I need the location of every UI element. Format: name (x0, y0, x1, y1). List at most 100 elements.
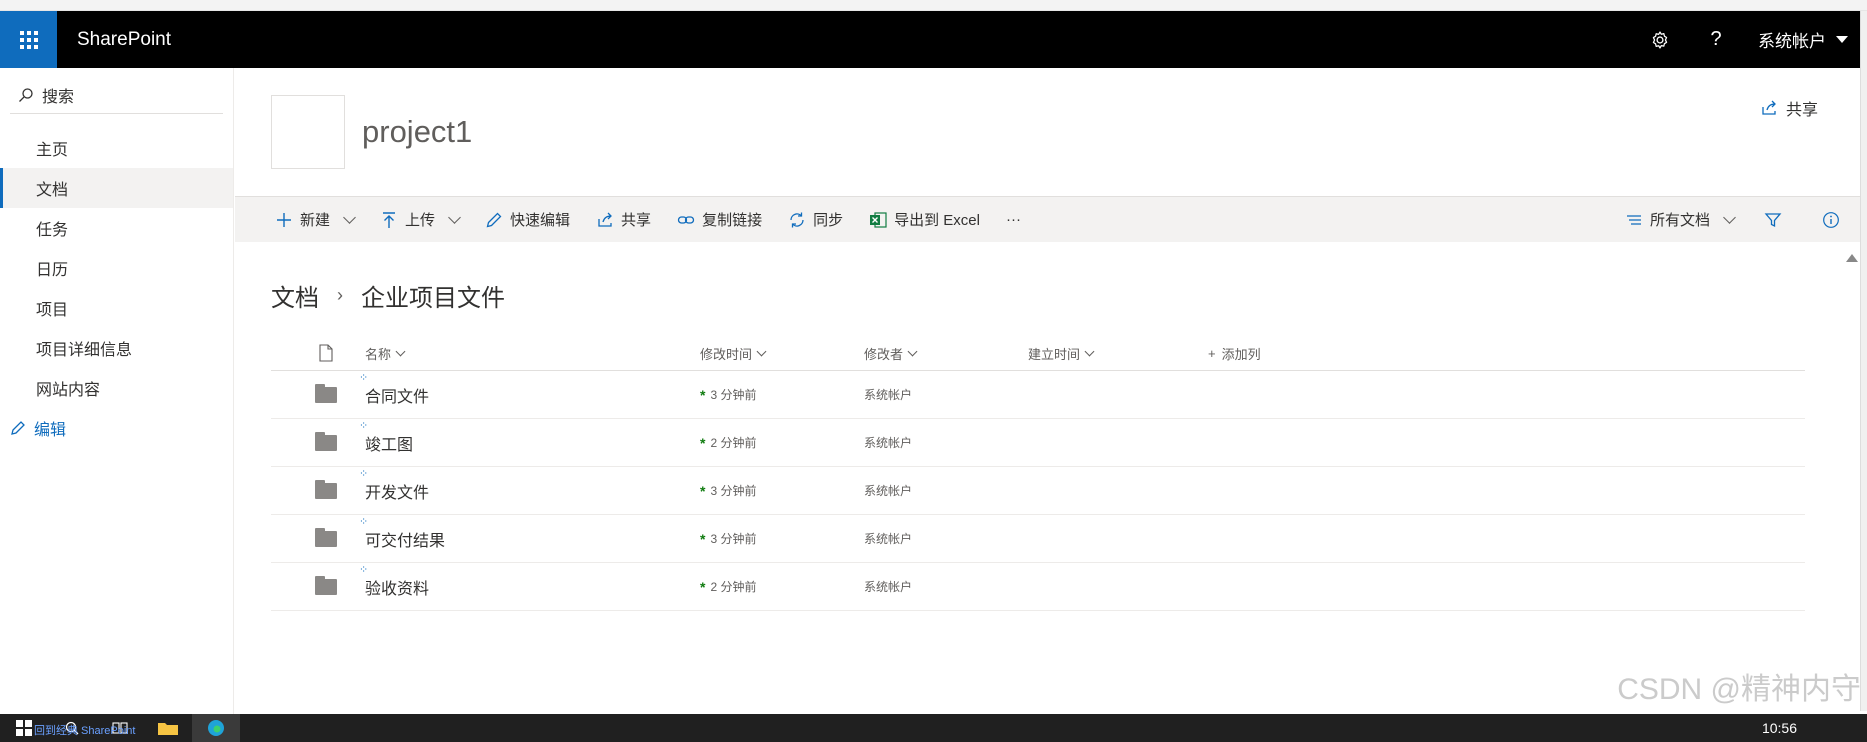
share-button[interactable]: 共享 (596, 197, 651, 243)
column-name-label: 名称 (365, 346, 392, 362)
new-label: 新建 (300, 212, 331, 229)
more-icon: ··· (1005, 211, 1021, 228)
copy-link-button[interactable]: 复制链接 (677, 197, 762, 243)
edge-browser-button[interactable] (192, 714, 240, 742)
copy-link-label: 复制链接 (702, 212, 763, 229)
item-name[interactable]: 验收资料 (365, 575, 429, 599)
nav-item-documents[interactable]: 文档 (0, 168, 233, 208)
list-header: 名称 修改时间 修改者 建立时间 + 添加列 (271, 336, 1805, 371)
column-header-modified[interactable]: 修改时间 (700, 344, 864, 363)
list-row[interactable]: ⁘ 验收资料 * 2 分钟前 系统帐户 (271, 563, 1805, 611)
folder-icon (315, 383, 337, 403)
view-switcher[interactable]: 所有文档 (1625, 197, 1736, 243)
column-created-label: 建立时间 (1028, 346, 1081, 362)
export-excel-label: 导出到 Excel (894, 212, 980, 229)
account-menu[interactable]: 系统帐户 (1744, 11, 1860, 68)
edit-nav-link[interactable]: 编辑 (0, 408, 233, 448)
upload-label: 上传 (405, 212, 436, 229)
nav-item-site-contents[interactable]: 网站内容 (0, 368, 233, 408)
account-name: 系统帐户 (1758, 32, 1826, 51)
file-explorer-button[interactable] (144, 714, 192, 742)
list-row[interactable]: ⁘ 开发文件 * 3 分钟前 系统帐户 (271, 467, 1805, 515)
edge-icon (208, 720, 224, 736)
item-modified: 3 分钟前 (710, 532, 757, 546)
document-icon (319, 344, 333, 362)
folder-icon (315, 431, 337, 451)
help-button[interactable]: ? (1688, 11, 1744, 68)
item-modified-by[interactable]: 系统帐户 (864, 530, 912, 547)
folder-icon (315, 527, 337, 547)
item-name[interactable]: 合同文件 (365, 383, 429, 407)
brand-title[interactable]: SharePoint (77, 29, 171, 51)
window-edge (1860, 11, 1867, 711)
site-share-label: 共享 (1785, 102, 1818, 119)
list-row[interactable]: ⁘ 合同文件 * 3 分钟前 系统帐户 (271, 371, 1805, 419)
item-name[interactable]: 开发文件 (365, 479, 429, 503)
chevron-down-icon (395, 346, 406, 356)
new-indicator-icon: * (700, 434, 706, 451)
nav-item-projects[interactable]: 项目 (0, 288, 233, 328)
nav-item-project-details[interactable]: 项目详细信息 (0, 328, 233, 368)
chevron-down-icon (907, 346, 918, 356)
nav-item-home[interactable]: 主页 (0, 128, 233, 168)
share-icon (1762, 100, 1776, 115)
item-modified-by[interactable]: 系统帐户 (864, 578, 912, 595)
view-options-icon (1626, 214, 1641, 225)
nav-item-calendar[interactable]: 日历 (0, 248, 233, 288)
link-icon (677, 215, 695, 224)
info-button[interactable] (1802, 211, 1860, 229)
new-button[interactable]: 新建 (275, 197, 356, 243)
site-header: project1 共享 (235, 68, 1860, 196)
export-excel-button[interactable]: 导出到 Excel (869, 197, 980, 243)
chevron-down-icon (756, 346, 767, 356)
taskbar-clock[interactable]: 10:56 (1762, 720, 1867, 736)
quick-edit-button[interactable]: 快速编辑 (485, 197, 570, 243)
search-placeholder: 搜索 (42, 88, 75, 106)
share-icon (598, 212, 612, 227)
browser-frame (0, 0, 1867, 11)
search-box[interactable]: 搜索 (10, 76, 223, 114)
more-button[interactable]: ··· (1006, 197, 1021, 243)
breadcrumb-root[interactable]: 文档 (271, 278, 319, 313)
item-modified-by[interactable]: 系统帐户 (864, 434, 912, 451)
item-modified-by[interactable]: 系统帐户 (864, 482, 912, 499)
column-header-name[interactable]: 名称 (365, 344, 700, 363)
item-name[interactable]: 竣工图 (365, 431, 413, 455)
settings-button[interactable] (1632, 11, 1688, 68)
site-title[interactable]: project1 (362, 114, 472, 150)
nav-item-tasks[interactable]: 任务 (0, 208, 233, 248)
file-type-header[interactable] (271, 344, 365, 362)
upload-button[interactable]: 上传 (380, 197, 461, 243)
site-logo[interactable] (271, 95, 345, 169)
add-column-label: 添加列 (1221, 346, 1261, 362)
item-modified-by[interactable]: 系统帐户 (864, 386, 912, 403)
plus-icon: + (1208, 345, 1216, 361)
filter-button[interactable] (1744, 211, 1802, 229)
classic-sharepoint-link[interactable]: 回到经典 SharePoint (34, 722, 135, 738)
pencil-icon (486, 212, 502, 227)
site-share-button[interactable]: 共享 (1760, 96, 1818, 120)
item-modified: 2 分钟前 (710, 436, 757, 450)
add-column-button[interactable]: + 添加列 (1208, 344, 1261, 363)
sync-button[interactable]: 同步 (788, 197, 843, 243)
app-launcher-button[interactable] (0, 11, 57, 68)
folder-icon (158, 723, 178, 735)
help-icon: ? (1710, 28, 1722, 50)
view-label: 所有文档 (1649, 212, 1710, 229)
column-header-modified-by[interactable]: 修改者 (864, 344, 1028, 363)
share-label: 共享 (621, 212, 652, 229)
main-content: project1 共享 新建 上传 快速编辑 共享 复制链接 同步 导出到 Ex… (235, 68, 1860, 714)
breadcrumb: 文档 › 企业项目文件 (271, 278, 505, 313)
chevron-down-icon (343, 211, 356, 224)
scroll-up-arrow[interactable] (1846, 254, 1858, 262)
item-name[interactable]: 可交付结果 (365, 527, 445, 551)
column-header-created[interactable]: 建立时间 (1028, 344, 1208, 363)
item-modified: 3 分钟前 (710, 484, 757, 498)
list-row[interactable]: ⁘ 可交付结果 * 3 分钟前 系统帐户 (271, 515, 1805, 563)
new-item-icon: ⁘ (359, 371, 369, 384)
suite-bar: SharePoint ? 系统帐户 (0, 11, 1860, 68)
list-row[interactable]: ⁘ 竣工图 * 2 分钟前 系统帐户 (271, 419, 1805, 467)
new-indicator-icon: * (700, 482, 706, 499)
windows-logo-icon (16, 720, 32, 736)
os-taskbar: 10:56 (0, 714, 1867, 742)
